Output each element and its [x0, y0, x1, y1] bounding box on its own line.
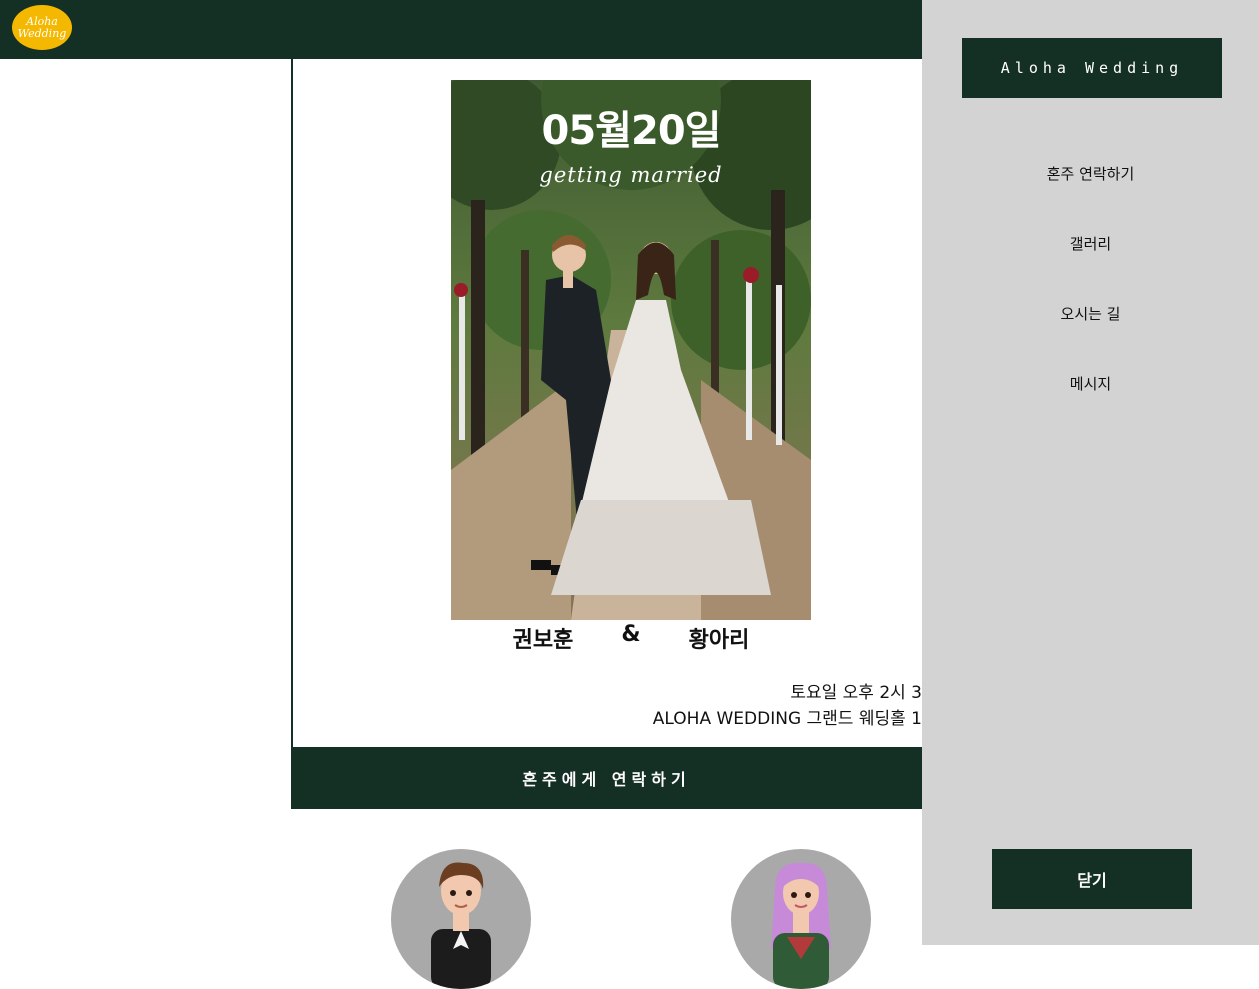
wedding-hero-photo: 05월20일 getting married — [451, 80, 811, 620]
close-button[interactable]: 닫기 — [992, 849, 1192, 909]
bride-parent-avatar[interactable] — [731, 849, 871, 989]
bride-name: 황아리 — [688, 628, 750, 653]
menu-item-contact-parents[interactable]: 혼주 연락하기 — [922, 163, 1259, 184]
menu-item-directions[interactable]: 오시는 길 — [922, 303, 1259, 324]
wedding-date-title: 05월20일 — [541, 108, 722, 154]
contact-parents-button[interactable]: 혼주에게 연락하기 — [291, 747, 922, 809]
menu-item-messages[interactable]: 메시지 — [922, 373, 1259, 394]
groom-name: 권보훈 — [512, 628, 574, 653]
bride-avatar-illustration — [771, 862, 831, 989]
getting-married-caption: getting married — [539, 163, 723, 187]
logo[interactable]: Aloha Wedding — [12, 5, 72, 50]
event-time: 토요일 오후 2시 3 — [790, 683, 922, 703]
groom-avatar-illustration — [431, 862, 491, 989]
side-menu-drawer: Aloha Wedding 혼주 연락하기 갤러리 오시는 길 메시지 닫기 — [922, 0, 1259, 945]
groom-parent-avatar[interactable] — [391, 849, 531, 989]
drawer-title: Aloha Wedding — [962, 38, 1222, 98]
couple-names: 권보훈 & 황아리 — [451, 622, 811, 654]
menu-item-gallery[interactable]: 갤러리 — [922, 233, 1259, 254]
event-venue: ALOHA WEDDING 그랜드 웨딩홀 1 — [652, 709, 922, 729]
content-left-border — [291, 59, 293, 749]
couple-photo-illustration — [451, 80, 811, 620]
name-separator: & — [621, 622, 641, 647]
